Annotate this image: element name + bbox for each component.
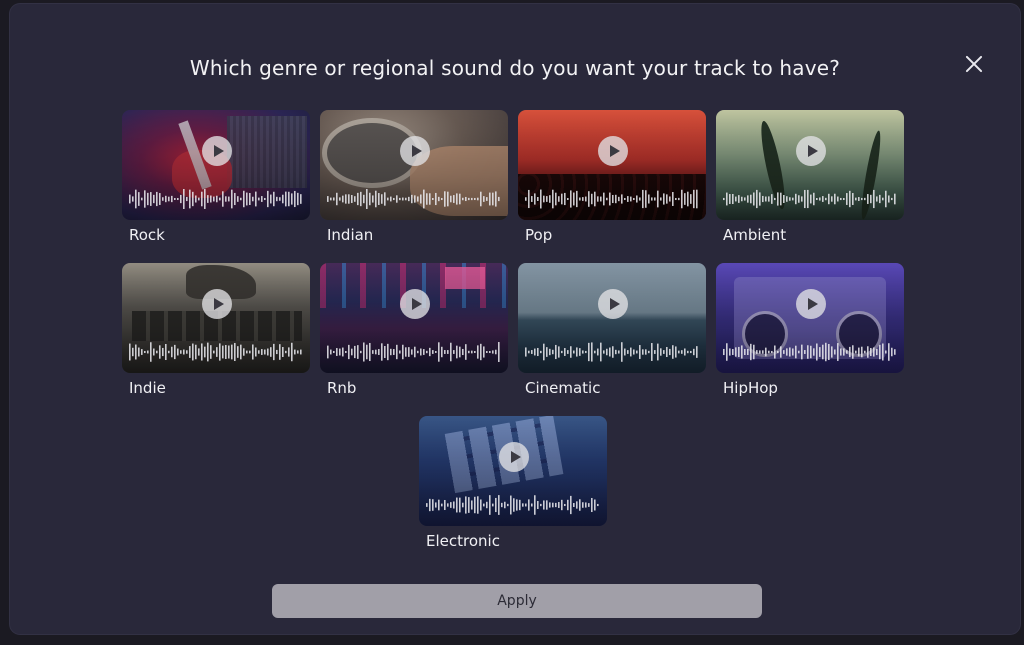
waveform-icon [723, 189, 896, 209]
genre-card-indian[interactable]: Indian [320, 110, 508, 244]
genre-label: HipHop [723, 379, 778, 397]
genre-dialog: Which genre or regional sound do you wan… [10, 4, 1020, 634]
genre-thumbnail [320, 110, 508, 220]
play-icon[interactable] [499, 442, 529, 472]
genre-thumbnail [122, 263, 310, 373]
play-icon[interactable] [796, 289, 826, 319]
genre-card-hiphop[interactable]: HipHop [716, 263, 904, 397]
genre-card-pop[interactable]: Pop [518, 110, 706, 244]
genre-card-rnb[interactable]: Rnb [320, 263, 508, 397]
genre-label: Indie [129, 379, 166, 397]
dialog-title: Which genre or regional sound do you wan… [189, 56, 841, 80]
genre-card-electronic[interactable]: Electronic [419, 416, 607, 550]
genre-label: Rnb [327, 379, 357, 397]
genre-label: Cinematic [525, 379, 601, 397]
genre-thumbnail [518, 110, 706, 220]
genre-thumbnail [320, 263, 508, 373]
waveform-icon [327, 189, 500, 209]
genre-thumbnail [716, 263, 904, 373]
genre-label: Electronic [426, 532, 500, 550]
waveform-icon [129, 342, 302, 362]
play-icon[interactable] [796, 136, 826, 166]
genre-label: Indian [327, 226, 374, 244]
waveform-icon [426, 495, 599, 515]
genre-card-rock[interactable]: Rock [122, 110, 310, 244]
apply-button[interactable]: Apply [272, 584, 762, 618]
genre-card-indie[interactable]: Indie [122, 263, 310, 397]
play-icon[interactable] [598, 136, 628, 166]
play-icon[interactable] [202, 289, 232, 319]
waveform-icon [129, 189, 302, 209]
genre-label: Rock [129, 226, 165, 244]
genre-thumbnail [419, 416, 607, 526]
waveform-icon [723, 342, 896, 362]
genre-card-ambient[interactable]: Ambient [716, 110, 904, 244]
play-icon[interactable] [400, 136, 430, 166]
waveform-icon [525, 342, 698, 362]
play-icon[interactable] [202, 136, 232, 166]
waveform-icon [327, 342, 500, 362]
close-icon[interactable] [962, 52, 986, 76]
genre-label: Pop [525, 226, 553, 244]
genre-thumbnail [122, 110, 310, 220]
genre-card-cinematic[interactable]: Cinematic [518, 263, 706, 397]
genre-thumbnail [716, 110, 904, 220]
play-icon[interactable] [400, 289, 430, 319]
waveform-icon [525, 189, 698, 209]
genre-thumbnail [518, 263, 706, 373]
play-icon[interactable] [598, 289, 628, 319]
genre-label: Ambient [723, 226, 787, 244]
